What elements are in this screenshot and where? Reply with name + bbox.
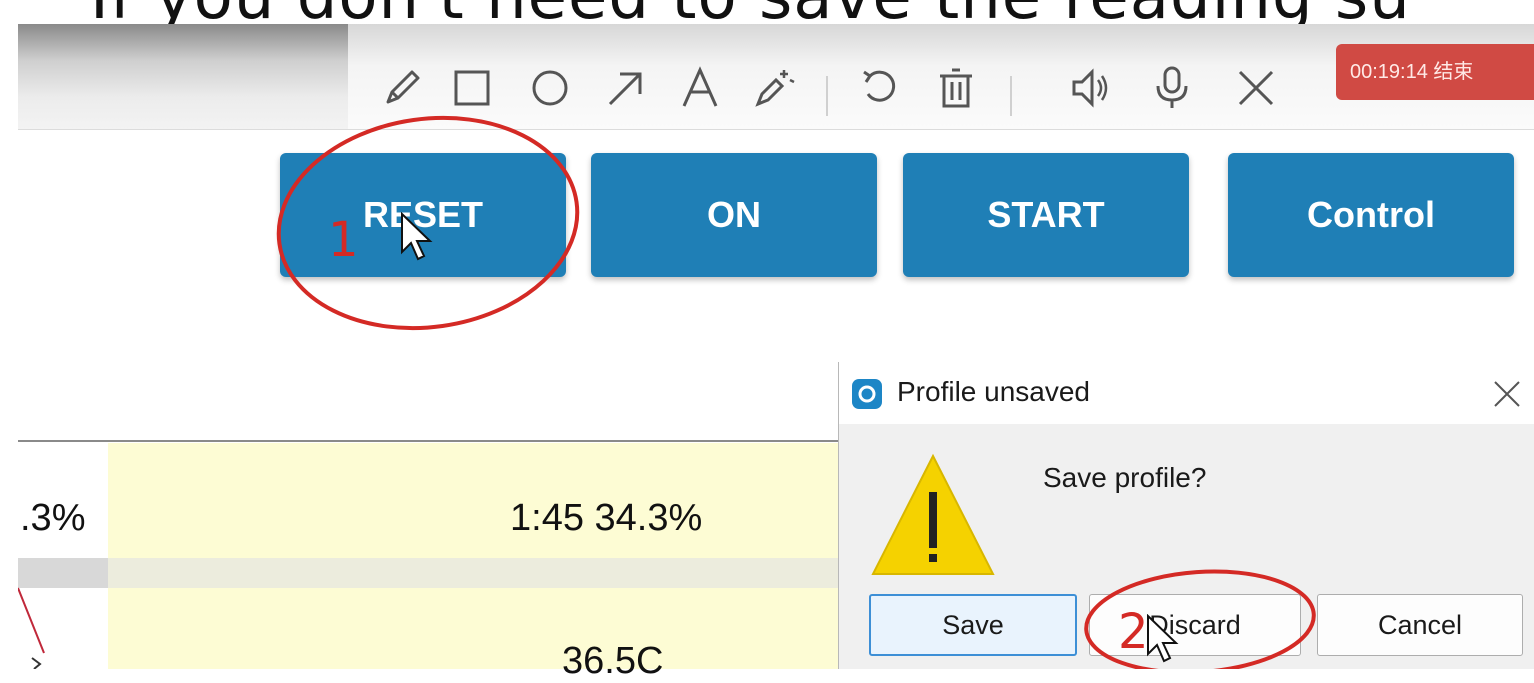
cancel-button[interactable]: Cancel (1317, 594, 1523, 656)
text-icon[interactable] (676, 64, 724, 112)
arrow-icon[interactable] (602, 64, 650, 112)
app-icon (852, 379, 882, 409)
table-cell-value: 36.5C (562, 640, 664, 682)
undo-icon[interactable] (856, 64, 904, 112)
dialog-message: Save profile? (1043, 462, 1207, 493)
toolbar-divider (826, 76, 828, 116)
dialog-title: Profile unsaved (897, 376, 1091, 407)
annotation-step-number: 1 (328, 212, 359, 268)
close-icon[interactable] (1232, 64, 1280, 112)
mouse-cursor-icon (1147, 614, 1179, 663)
window-header: 00:19:14 结束 (18, 24, 1534, 130)
table-row-divider (18, 558, 840, 588)
annotation-circle (1084, 569, 1316, 669)
on-button[interactable]: ON (591, 153, 877, 277)
circle-icon[interactable] (526, 64, 574, 112)
pencil-icon[interactable] (378, 64, 426, 112)
close-icon[interactable] (1491, 378, 1523, 410)
mouse-cursor-icon (401, 212, 433, 261)
chart-line-fragment (18, 587, 45, 669)
caption-text: If you don't need to save the reading su (90, 0, 1411, 24)
save-button[interactable]: Save (869, 594, 1077, 656)
warning-icon (871, 453, 995, 575)
recording-timer[interactable]: 00:19:14 结束 (1336, 44, 1534, 100)
table-cell-value: .3% (20, 497, 86, 539)
speaker-icon[interactable] (1068, 64, 1116, 112)
table-cell-value: 1:45 34.3% (510, 497, 703, 539)
trash-icon[interactable] (932, 64, 980, 112)
dialog-titlebar: Profile unsaved (839, 362, 1534, 424)
rectangle-icon[interactable] (448, 64, 496, 112)
video-caption: If you don't need to save the reading su (0, 0, 1534, 24)
toolbar-divider (1010, 76, 1012, 116)
magic-wand-icon[interactable] (750, 64, 798, 112)
annotation-step-number: 2 (1118, 604, 1149, 660)
start-button[interactable]: START (903, 153, 1189, 277)
control-button[interactable]: Control (1228, 153, 1514, 277)
microphone-icon[interactable] (1148, 64, 1196, 112)
readings-table (108, 443, 840, 669)
